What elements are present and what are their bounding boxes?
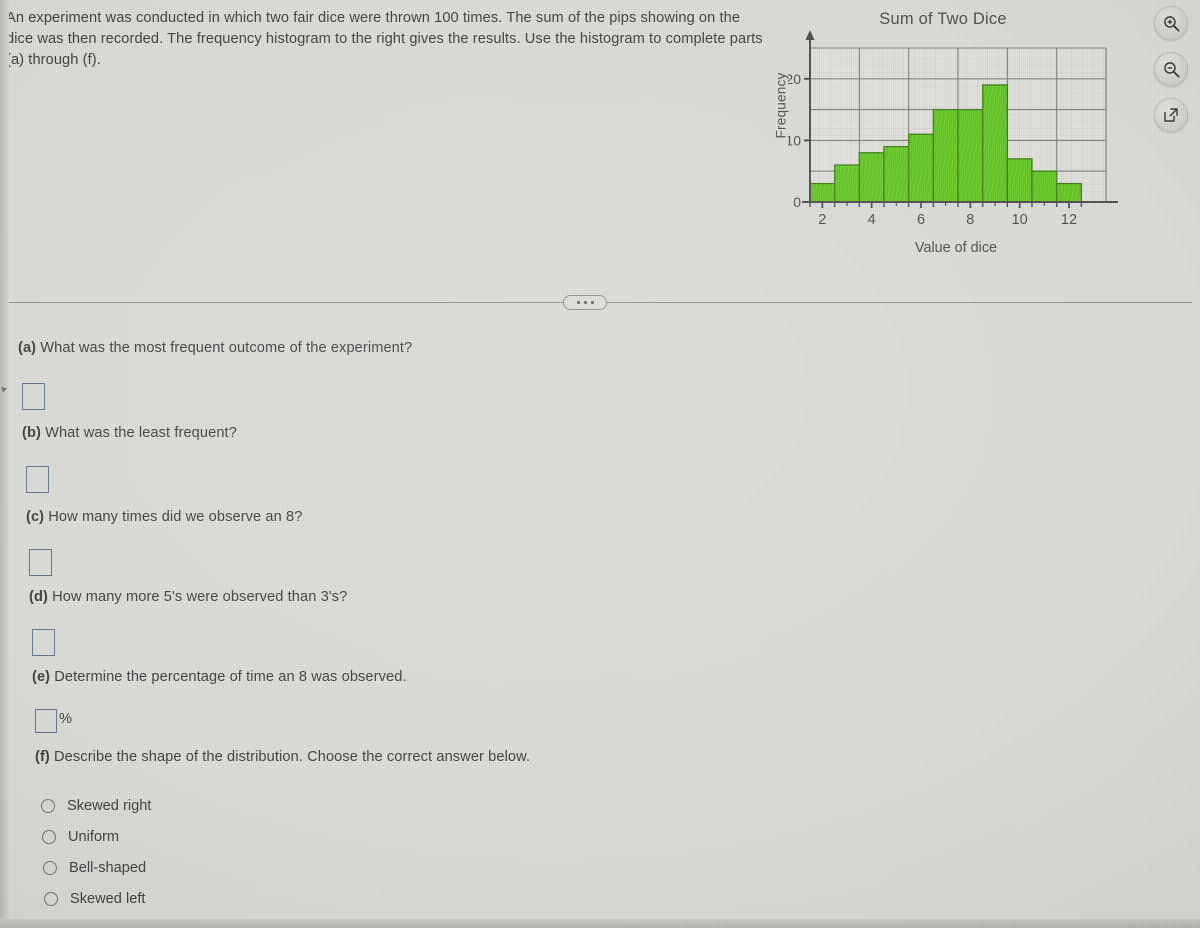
histogram-svg: 0 10 20 2 4 6 8 10 12 xyxy=(788,30,1118,228)
chart-y-axis-label: Frequency xyxy=(773,72,789,139)
choice-label-uniform: Uniform xyxy=(68,829,120,845)
question-f-text: Describe the shape of the distribution. … xyxy=(49,749,531,765)
choice-label-skewed-right: Skewed right xyxy=(67,798,152,814)
page-left-edge xyxy=(0,0,9,928)
answer-input-d[interactable] xyxy=(32,629,55,656)
question-d-text: How many more 5's were observed than 3's… xyxy=(47,589,348,605)
open-in-new-window-button[interactable] xyxy=(1154,98,1188,132)
external-link-icon xyxy=(1164,108,1178,122)
choice-bell-shaped[interactable]: Bell-shaped xyxy=(43,860,146,876)
svg-text:4: 4 xyxy=(868,212,876,228)
more-options-button[interactable] xyxy=(563,295,607,310)
problem-statement: An experiment was conducted in which two… xyxy=(6,10,763,68)
svg-text:10: 10 xyxy=(788,132,801,148)
chart-x-axis-label: Value of dice xyxy=(914,240,998,256)
answer-input-a[interactable] xyxy=(22,383,45,410)
question-d: (d) How many more 5's were observed than… xyxy=(29,589,347,605)
question-a: (a) What was the most frequent outcome o… xyxy=(18,340,412,356)
radio-bell-shaped-icon[interactable] xyxy=(43,861,57,875)
svg-text:20: 20 xyxy=(788,71,801,87)
choice-skewed-right[interactable]: Skewed right xyxy=(41,798,151,814)
svg-text:2: 2 xyxy=(818,212,826,228)
question-a-prefix: (a) xyxy=(18,340,37,356)
svg-text:0: 0 xyxy=(793,194,801,210)
question-f: (f) Describe the shape of the distributi… xyxy=(35,749,530,765)
dot-2 xyxy=(583,301,587,304)
radio-uniform-icon[interactable] xyxy=(42,830,56,844)
svg-text:8: 8 xyxy=(966,212,974,228)
answer-input-e[interactable] xyxy=(35,709,57,733)
dot-1 xyxy=(576,301,580,304)
choice-label-bell-shaped: Bell-shaped xyxy=(69,860,147,876)
choice-uniform[interactable]: Uniform xyxy=(42,829,119,845)
svg-text:10: 10 xyxy=(1012,212,1028,228)
question-f-prefix: (f) xyxy=(35,749,50,765)
svg-text:12: 12 xyxy=(1061,212,1077,228)
svg-text:6: 6 xyxy=(917,212,925,228)
question-c-prefix: (c) xyxy=(26,509,45,525)
answer-input-b[interactable] xyxy=(26,466,49,493)
question-b: (b) What was the least frequent? xyxy=(22,425,237,441)
choice-skewed-left[interactable]: Skewed left xyxy=(44,891,145,907)
question-e-prefix: (e) xyxy=(32,669,51,685)
question-d-prefix: (d) xyxy=(29,589,48,605)
question-c: (c) How many times did we observe an 8? xyxy=(26,509,302,525)
question-a-text: What was the most frequent outcome of th… xyxy=(36,340,413,356)
zoom-out-button[interactable] xyxy=(1154,52,1188,86)
question-e: (e) Determine the percentage of time an … xyxy=(32,669,407,685)
question-b-text: What was the least frequent? xyxy=(40,425,237,441)
answer-input-c[interactable] xyxy=(29,549,52,576)
radio-skewed-left-icon[interactable] xyxy=(44,892,58,906)
magnifier-plus-icon xyxy=(1163,15,1180,32)
chart-toolbar[interactable] xyxy=(1154,6,1188,132)
histogram-panel: Sum of Two Dice Frequency Value of dice … xyxy=(748,2,1148,264)
page-bottom-edge xyxy=(0,919,1200,928)
question-b-prefix: (b) xyxy=(22,425,41,441)
choice-label-skewed-left: Skewed left xyxy=(70,891,146,907)
radio-skewed-right-icon[interactable] xyxy=(41,799,55,813)
zoom-in-button[interactable] xyxy=(1154,6,1188,40)
question-c-text: How many times did we observe an 8? xyxy=(44,509,303,525)
magnifier-minus-icon xyxy=(1163,61,1180,78)
chart-title: Sum of Two Dice xyxy=(879,10,1007,28)
question-e-text: Determine the percentage of time an 8 wa… xyxy=(50,669,407,685)
dot-3 xyxy=(590,301,594,304)
percent-suffix-e: % xyxy=(59,711,72,727)
